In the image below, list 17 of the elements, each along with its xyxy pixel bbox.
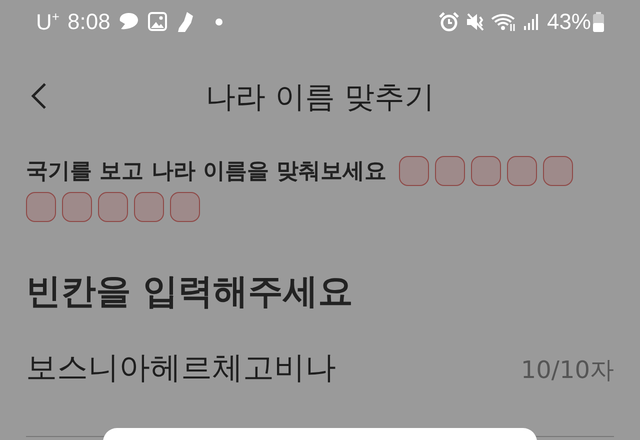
instruction-text: 국기를 보고 나라 이름을 맞춰보세요 [26,158,387,186]
chat-bubble-icon [118,12,140,32]
back-icon[interactable] [30,82,48,110]
alarm-icon [438,12,459,32]
answer-input[interactable]: 보스니아헤르체고비나 [26,347,336,389]
wifi-icon [490,12,517,32]
battery-icon [593,12,604,32]
dot-icon [215,18,224,26]
clock-time: 8:08 [67,8,110,35]
page-title: 나라 이름 맞추기 [205,78,435,116]
char-counter: 10/10자 [520,355,614,386]
carrier-label: U$^{+}$ [36,8,60,36]
signal-icon [524,13,540,31]
section-title: 빈칸을 입력해주세요 [26,271,354,314]
image-icon [148,12,168,32]
battery-percent: 43% [546,9,591,35]
mute-icon [466,12,484,32]
